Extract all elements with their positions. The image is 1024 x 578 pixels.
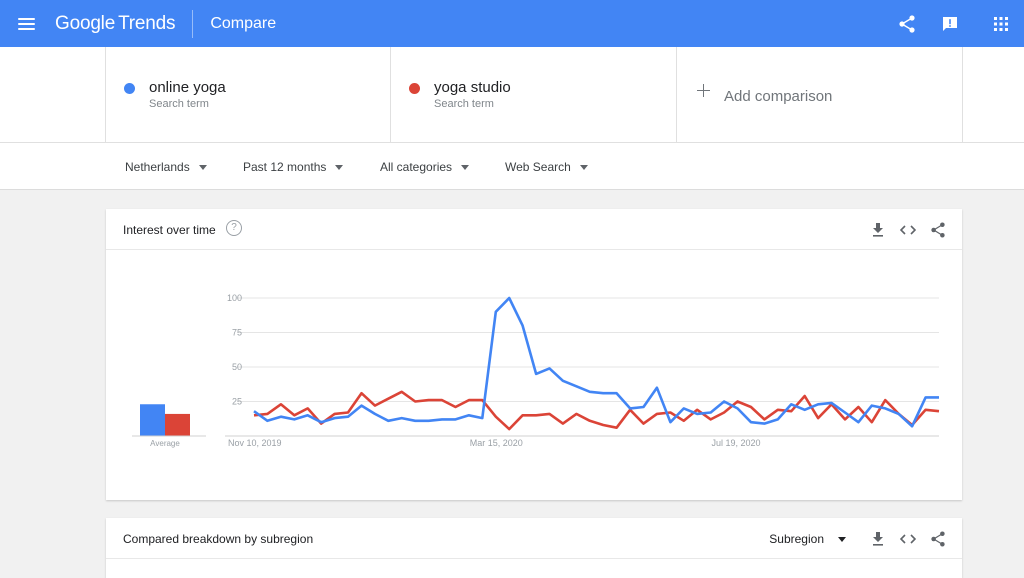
filter-bar: Netherlands Past 12 months All categorie…	[0, 143, 1024, 190]
embed-icon[interactable]	[898, 220, 918, 240]
average-bar-yoga-studio	[165, 413, 190, 436]
interest-chart[interactable]: 100 75 50 25 Nov 10, 2019 Mar 15, 2020 Jul 19,…	[106, 250, 962, 500]
region-filter-label: Netherlands	[125, 160, 190, 174]
x-tick-label: Mar 15, 2020	[470, 438, 523, 448]
google-trends-logo[interactable]: Google Trends	[55, 12, 176, 35]
logo-trends-text: Trends	[118, 12, 176, 34]
help-icon[interactable]: ?	[226, 220, 242, 236]
card-actions: Subregion	[769, 529, 948, 549]
series-color-dot	[409, 83, 420, 94]
chevron-down-icon	[838, 536, 846, 542]
comparison-terms: online yoga Search term yoga studio Sear…	[0, 47, 1024, 143]
y-tick-label: 100	[227, 293, 242, 303]
x-tick-label: Nov 10, 2019	[228, 438, 282, 448]
series-line-online-yoga	[253, 296, 939, 428]
interest-over-time-card: Interest over time ? 100 75 50 25 Nov 10, 20…	[106, 209, 962, 500]
chevron-down-icon	[461, 164, 470, 170]
term-name: online yoga	[149, 79, 226, 96]
embed-icon[interactable]	[898, 529, 918, 549]
chevron-down-icon	[198, 164, 207, 170]
apps-icon[interactable]	[990, 13, 1012, 35]
interest-chart-svg: 100 75 50 25 Nov 10, 2019 Mar 15, 2020 Jul 19,…	[132, 293, 940, 448]
share-icon[interactable]	[896, 13, 918, 35]
card-header: Compared breakdown by subregion Subregio…	[106, 518, 962, 559]
term-card-yoga-studio[interactable]: yoga studio Search term	[390, 47, 677, 143]
search-type-filter[interactable]: Web Search	[505, 160, 588, 174]
add-comparison-button[interactable]: Add comparison	[676, 47, 963, 143]
card-actions	[858, 220, 948, 240]
logo-google-text: Google	[55, 12, 116, 34]
category-filter-label: All categories	[380, 160, 453, 174]
feedback-icon[interactable]	[939, 13, 961, 35]
card-title: Interest over time	[123, 223, 216, 237]
chevron-down-icon	[579, 164, 588, 170]
subregion-select[interactable]: Subregion	[769, 532, 846, 546]
plus-icon	[697, 84, 710, 97]
search-type-filter-label: Web Search	[505, 160, 571, 174]
add-comparison-label: Add comparison	[724, 88, 833, 105]
download-icon[interactable]	[868, 529, 888, 549]
x-tick-label: Jul 19, 2020	[712, 438, 761, 448]
series-color-dot	[124, 83, 135, 94]
y-tick-label: 50	[232, 362, 242, 372]
subregion-select-label: Subregion	[769, 532, 824, 546]
average-label: Average	[150, 439, 180, 448]
share-icon[interactable]	[928, 529, 948, 549]
card-header: Interest over time ?	[106, 209, 962, 250]
term-type: Search term	[149, 98, 209, 110]
menu-icon[interactable]	[18, 17, 35, 30]
term-name: yoga studio	[434, 79, 511, 96]
y-tick-label: 25	[232, 397, 242, 407]
y-tick-label: 75	[232, 328, 242, 338]
header-divider	[192, 9, 194, 38]
breakdown-card: Compared breakdown by subregion Subregio…	[106, 518, 962, 578]
term-type: Search term	[434, 98, 494, 110]
top-bar: Google Trends Compare	[0, 0, 1024, 47]
share-icon[interactable]	[928, 220, 948, 240]
period-filter-label: Past 12 months	[243, 160, 327, 174]
header-actions	[896, 0, 1024, 47]
period-filter[interactable]: Past 12 months	[243, 160, 344, 174]
term-card-online-yoga[interactable]: online yoga Search term	[105, 47, 391, 143]
download-icon[interactable]	[868, 220, 888, 240]
category-filter[interactable]: All categories	[380, 160, 470, 174]
page-title: Compare	[210, 14, 277, 32]
average-bar-online-yoga	[140, 404, 165, 436]
region-filter[interactable]: Netherlands	[125, 160, 207, 174]
chevron-down-icon	[335, 164, 344, 170]
card-title: Compared breakdown by subregion	[123, 532, 314, 546]
